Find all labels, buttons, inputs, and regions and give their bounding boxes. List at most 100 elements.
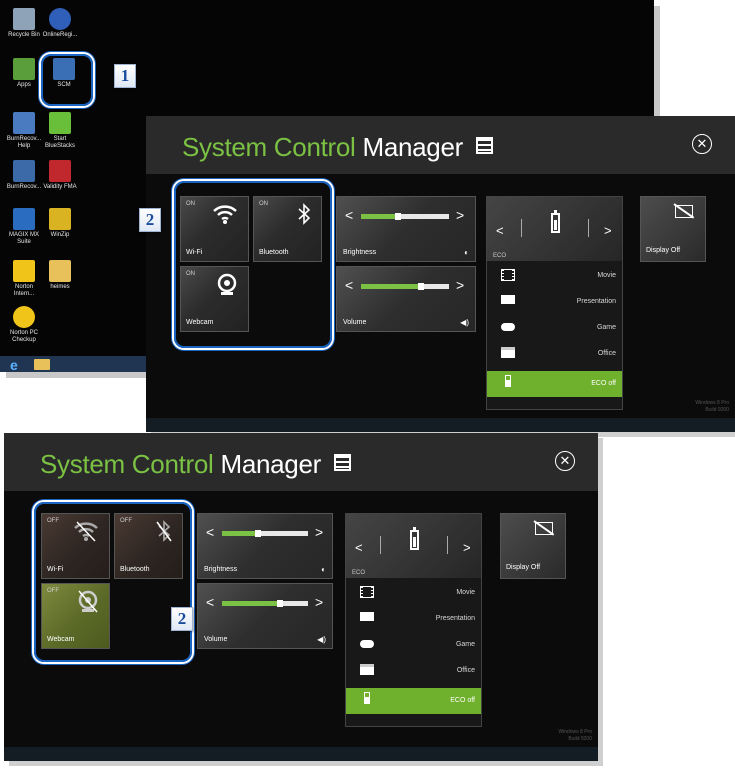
folder-icon: [49, 260, 71, 282]
eco-row-game[interactable]: Game: [346, 634, 481, 656]
desktop-icon-winzip[interactable]: WinZip: [40, 208, 80, 239]
brightness-icon: ◐: [464, 248, 469, 257]
volume-decrease-chevron-icon[interactable]: <: [206, 594, 214, 610]
desktop-icon-norton-internet[interactable]: Norton Intern...: [4, 260, 44, 298]
step2-highlight-top: [174, 181, 332, 348]
film-icon: [360, 586, 374, 598]
volume-increase-chevron-icon[interactable]: >: [456, 277, 464, 293]
battery-icon: [364, 692, 370, 704]
brightness-decrease-chevron-icon[interactable]: <: [206, 524, 214, 540]
eco-row-eco-off[interactable]: ECO off: [487, 371, 622, 397]
divider: [447, 536, 448, 554]
norton-icon: [13, 260, 35, 282]
folder-icon: [360, 664, 374, 675]
volume-track[interactable]: [361, 283, 449, 290]
desktop-icon-label: Start BlueStacks: [44, 136, 75, 149]
speaker-icon: ◀): [460, 318, 469, 327]
eco-prev-chevron-icon[interactable]: <: [355, 540, 363, 555]
display-off-label: Display Off: [646, 247, 681, 254]
desktop-icon-norton-checkup[interactable]: Norton PC Checkup: [4, 306, 44, 344]
desktop-icon-apps[interactable]: Apps: [4, 58, 44, 89]
volume-thumb[interactable]: [417, 283, 424, 290]
volume-decrease-chevron-icon[interactable]: <: [345, 277, 353, 293]
volume-slider[interactable]: < > Volume ◀): [197, 583, 333, 649]
step1-badge: 1: [114, 64, 136, 88]
close-button[interactable]: ✕: [555, 451, 575, 471]
volume-thumb[interactable]: [277, 600, 284, 607]
desktop-icon-online-registration[interactable]: OnlineRegi...: [40, 8, 80, 39]
battery-icon: [410, 527, 419, 550]
brightness-label: Brightness: [204, 566, 238, 573]
eco-row-presentation[interactable]: Presentation: [487, 291, 622, 313]
desktop-icon-bluestacks[interactable]: Start BlueStacks: [40, 112, 80, 150]
eco-row-presentation[interactable]: Presentation: [346, 608, 481, 630]
eco-mode-label: ECO: [352, 570, 366, 576]
bluestacks-icon: [49, 112, 71, 134]
eco-row-label: Game: [455, 641, 475, 648]
divider: [588, 219, 589, 237]
eco-row-movie[interactable]: Movie: [346, 582, 481, 604]
presentation-icon: [501, 295, 515, 304]
brightness-increase-chevron-icon[interactable]: >: [315, 524, 323, 540]
apps-icon: [13, 58, 35, 80]
step2-badge-top: 2: [139, 208, 161, 232]
brightness-fill: [361, 214, 398, 219]
desktop-icon-label: Validity FMA: [43, 184, 77, 190]
brightness-decrease-chevron-icon[interactable]: <: [345, 207, 353, 223]
brightness-track[interactable]: [361, 213, 449, 220]
recycle-bin-icon: [13, 8, 35, 30]
eco-row-office[interactable]: Office: [346, 660, 481, 682]
battery-icon: [505, 375, 511, 387]
burnrecovery-icon: [13, 160, 35, 182]
desktop-icon-validity[interactable]: Validity FMA: [40, 160, 80, 191]
watermark: Windows 8 Pro Build 9200: [695, 400, 729, 413]
battery-icon: [551, 210, 560, 233]
volume-increase-chevron-icon[interactable]: >: [315, 594, 323, 610]
desktop-icon-heimes[interactable]: heimes: [40, 260, 80, 291]
volume-label: Volume: [343, 319, 367, 326]
close-button[interactable]: ✕: [692, 134, 712, 154]
brightness-thumb[interactable]: [255, 530, 262, 537]
scm-title: System Control Manager: [40, 449, 351, 480]
volume-slider[interactable]: < > Volume ◀): [336, 266, 476, 332]
registration-icon: [49, 8, 71, 30]
eco-next-chevron-icon[interactable]: >: [463, 540, 471, 555]
brightness-increase-chevron-icon[interactable]: >: [456, 207, 464, 223]
brightness-track[interactable]: [222, 530, 308, 537]
brightness-slider[interactable]: < > Brightness ◐: [336, 196, 476, 262]
eco-row-game[interactable]: Game: [487, 317, 622, 339]
brightness-thumb[interactable]: [394, 213, 401, 220]
eco-prev-chevron-icon[interactable]: <: [496, 223, 504, 238]
desktop-icon-label: Norton PC Checkup: [9, 330, 38, 343]
eco-row-office[interactable]: Office: [487, 343, 622, 365]
desktop-icon-label: OnlineRegi...: [42, 32, 78, 38]
file-explorer-icon[interactable]: [34, 359, 50, 370]
help-icon: [13, 112, 35, 134]
norton-checkup-icon: [13, 306, 35, 328]
internet-explorer-icon[interactable]: e: [10, 357, 18, 373]
eco-row-movie[interactable]: Movie: [487, 265, 622, 287]
display-off-tile[interactable]: Display Off: [500, 513, 566, 579]
desktop-icon-magix[interactable]: MAGIX MX Suite: [4, 208, 44, 246]
volume-track[interactable]: [222, 600, 308, 607]
brightness-fill: [222, 531, 259, 536]
brightness-slider[interactable]: < > Brightness ◐: [197, 513, 333, 579]
scm-app-icon: [475, 137, 493, 154]
desktop-icon-burnrecovery[interactable]: BurnRecov...: [4, 160, 44, 191]
eco-row-label: ECO off: [591, 380, 616, 387]
display-off-tile[interactable]: Display Off: [640, 196, 706, 262]
watermark: Windows 8 Pro Build 9200: [558, 729, 592, 742]
eco-row-label: Office: [456, 667, 475, 674]
eco-next-chevron-icon[interactable]: >: [604, 223, 612, 238]
eco-panel: < > ECO Movie Presentation Game Office E…: [345, 513, 482, 727]
winzip-icon: [49, 208, 71, 230]
eco-row-label: Movie: [456, 589, 475, 596]
eco-row-label: Movie: [597, 272, 616, 279]
display-off-icon: [675, 205, 693, 218]
scm-title: System Control Manager: [182, 132, 493, 163]
eco-row-eco-off[interactable]: ECO off: [346, 688, 481, 714]
desktop-icon-recycle-bin[interactable]: Recycle Bin: [4, 8, 44, 39]
desktop-icon-burnrecovery-help[interactable]: BurnRecov... Help: [4, 112, 44, 150]
desktop-icon-label: BurnRecov... Help: [6, 136, 42, 149]
validity-icon: [49, 160, 71, 182]
